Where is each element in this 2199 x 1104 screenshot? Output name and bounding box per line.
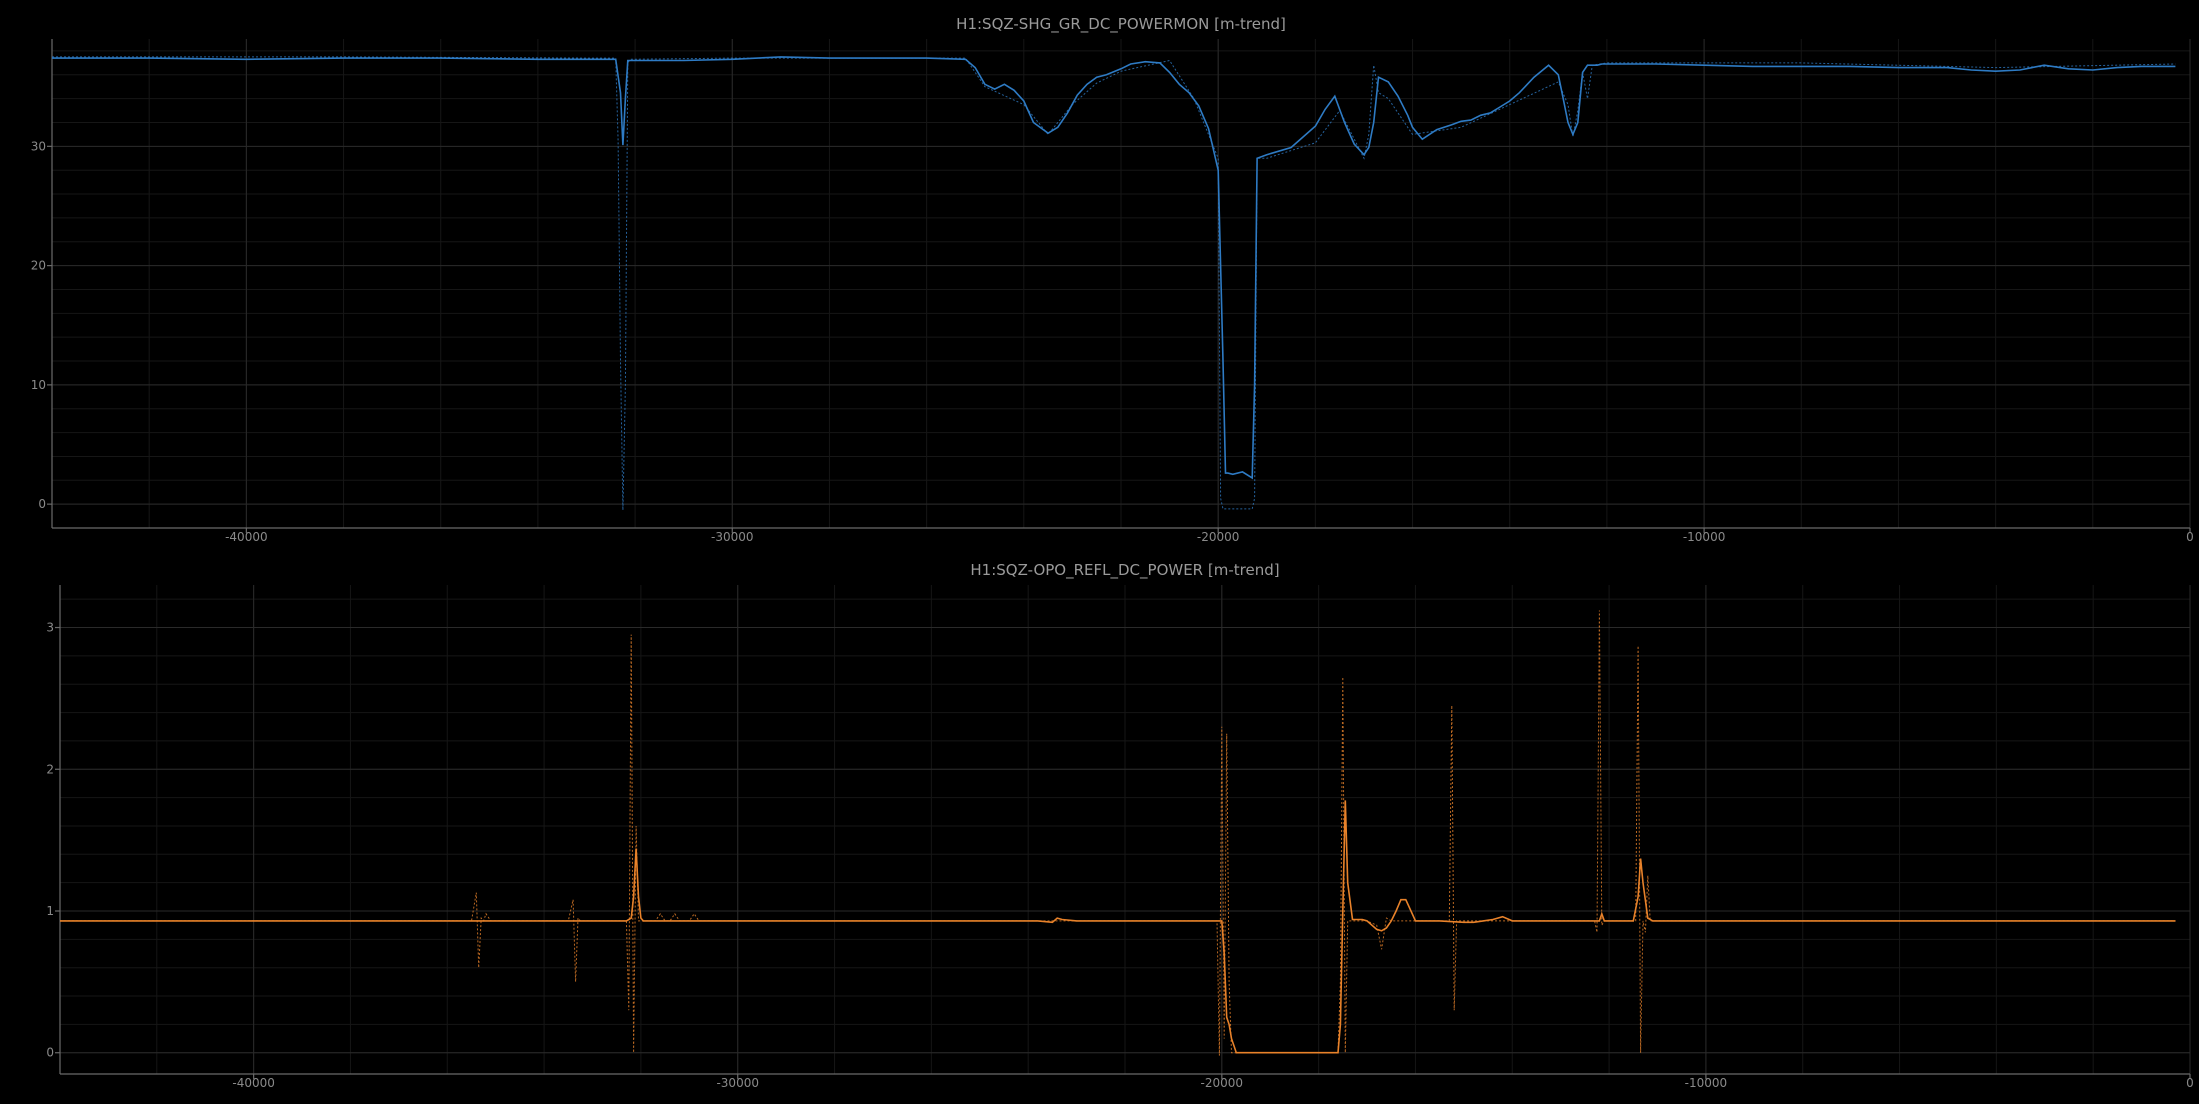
y-tick-label: 10 — [31, 378, 46, 392]
plot-opo-refl-power: -40000 -30000 -20000 -10000 0 0 1 2 3 H1:SQZ-OPO_… — [46, 561, 2193, 1090]
series-line-mean — [60, 800, 2176, 1054]
series-line-mean — [52, 56, 2176, 480]
series-line-dotted — [52, 56, 2176, 511]
x-tick-label: -10000 — [1685, 1076, 1728, 1090]
chart-canvas: -40000 -30000 -20000 -10000 00102030H1:SQZ-S… — [31, 15, 2194, 1090]
plot-shg-powermon: -40000 -30000 -20000 -10000 0 0 10 20 30 H1:SQZ-S… — [31, 15, 2194, 544]
x-tick-label: -30000 — [711, 530, 754, 544]
series-line-dotted — [60, 610, 2176, 1056]
y-tick-label: 30 — [31, 139, 46, 153]
x-tick-label: 0 — [2186, 1076, 2194, 1090]
x-tick-label: -40000 — [225, 530, 268, 544]
x-tick-label: -20000 — [1197, 530, 1240, 544]
minor-grid — [51, 39, 2191, 529]
x-tick-label: -10000 — [1683, 530, 1726, 544]
y-tick-label: 3 — [46, 621, 54, 635]
y-tick-label: 0 — [38, 497, 46, 511]
minor-grid — [59, 585, 2191, 1074]
x-tick-label: -30000 — [716, 1076, 759, 1090]
x-tick-label: -20000 — [1201, 1076, 1244, 1090]
y-tick-label: 2 — [46, 762, 54, 776]
x-tick-label: 0 — [2186, 530, 2194, 544]
chart-title: H1:SQZ-OPO_REFL_DC_POWER [m-trend] — [970, 561, 1279, 580]
x-tick-label: -40000 — [232, 1076, 275, 1090]
y-tick-label: 1 — [46, 904, 54, 918]
chart-title: H1:SQZ-SHG_GR_DC_POWERMON [m-trend] — [956, 15, 1286, 34]
y-tick-label: 0 — [46, 1046, 54, 1060]
y-tick-label: 20 — [31, 259, 46, 273]
